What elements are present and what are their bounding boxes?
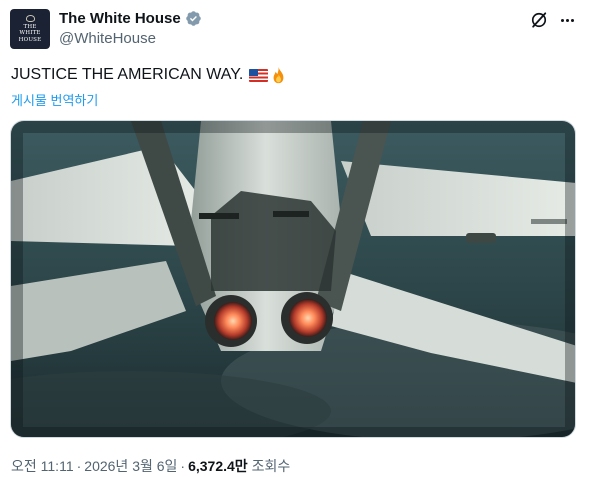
grok-icon[interactable] bbox=[529, 10, 549, 30]
fighter-jet-image bbox=[11, 121, 575, 437]
tweet-date[interactable]: 2026년 3월 6일 bbox=[84, 458, 177, 474]
tweet-body: JUSTICE THE AMERICAN WAY. bbox=[11, 66, 244, 83]
avatar[interactable]: THE WHITE HOUSE bbox=[10, 9, 50, 49]
more-horizontal-icon[interactable] bbox=[557, 10, 577, 30]
tweet-time[interactable]: 오전 11:11 bbox=[11, 458, 74, 474]
handle[interactable]: @WhiteHouse bbox=[59, 30, 202, 47]
tweet-text: JUSTICE THE AMERICAN WAY. bbox=[11, 66, 287, 84]
us-flag-icon bbox=[249, 68, 269, 82]
separator: · bbox=[76, 458, 82, 474]
fire-icon bbox=[273, 66, 284, 84]
avatar-text-line3: HOUSE bbox=[18, 36, 42, 43]
views-label: 조회수 bbox=[251, 458, 291, 474]
translate-post-link[interactable]: 게시물 번역하기 bbox=[11, 90, 98, 109]
seal-icon bbox=[25, 14, 35, 22]
separator: · bbox=[180, 458, 186, 474]
views-count[interactable]: 6,372.4만 bbox=[188, 458, 248, 474]
tweet-meta: 오전 11:11 · 2026년 3월 6일 · 6,372.4만 조회수 bbox=[11, 456, 290, 476]
video-thumbnail[interactable] bbox=[10, 120, 576, 438]
tweet-header: THE WHITE HOUSE The White House @WhiteHo… bbox=[10, 9, 580, 51]
display-name[interactable]: The White House bbox=[59, 10, 181, 27]
author-info: The White House @WhiteHouse bbox=[59, 9, 202, 47]
verified-badge-icon[interactable] bbox=[185, 10, 202, 27]
